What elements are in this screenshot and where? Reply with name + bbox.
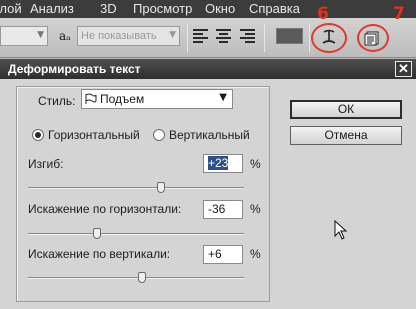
hdist-value: -36 xyxy=(208,202,226,216)
vdist-input[interactable]: +6 xyxy=(203,245,243,264)
radio-horizontal[interactable] xyxy=(32,129,44,141)
menu-help[interactable]: Справка xyxy=(249,1,300,16)
text-color-swatch[interactable] xyxy=(276,28,303,44)
dialog-titlebar[interactable]: Деформировать текст ✕ xyxy=(0,59,416,79)
menu-analysis[interactable]: Анализ xyxy=(30,1,74,16)
dialog-title: Деформировать текст xyxy=(8,62,141,76)
menu-3d[interactable]: 3D xyxy=(100,1,117,16)
menu-layer[interactable]: Слой xyxy=(0,1,22,16)
ok-button[interactable]: ОК xyxy=(290,100,402,119)
font-style-select[interactable]: ▼ xyxy=(0,26,48,46)
chevron-down-icon: ▼ xyxy=(169,30,176,40)
menu-bar: Слой Анализ 3D Просмотр Окно Справка xyxy=(0,0,416,18)
style-value: Подъем xyxy=(100,92,145,106)
mouse-pointer-icon xyxy=(334,220,348,240)
bend-slider-thumb[interactable] xyxy=(156,182,165,193)
align-right-icon[interactable] xyxy=(240,29,256,43)
bend-unit: % xyxy=(250,157,261,171)
bend-slider-track[interactable] xyxy=(28,187,244,189)
toolbar-divider xyxy=(264,24,265,52)
bend-value: +23 xyxy=(208,156,229,170)
char-paragraph-panels-icon[interactable] xyxy=(364,30,380,46)
menu-window[interactable]: Окно xyxy=(205,1,235,16)
cancel-button[interactable]: Отмена xyxy=(290,126,402,145)
style-select[interactable]: Подъем ▼ xyxy=(81,89,233,109)
close-button[interactable]: ✕ xyxy=(395,61,412,77)
warp-settings-group xyxy=(16,86,270,302)
hdist-slider-track[interactable] xyxy=(28,233,244,235)
antialias-select[interactable]: Не показывать ▼ xyxy=(77,26,180,46)
vdist-value: +6 xyxy=(208,247,222,261)
close-icon: ✕ xyxy=(398,61,409,76)
radio-vertical[interactable] xyxy=(153,129,165,141)
menu-view[interactable]: Просмотр xyxy=(133,1,192,16)
antialias-icon: aₐ xyxy=(59,29,71,43)
chevron-down-icon: ▼ xyxy=(219,92,227,103)
hdist-label: Искажение по горизонтали: xyxy=(28,202,182,216)
hdist-slider-thumb[interactable] xyxy=(93,228,102,239)
chevron-down-icon: ▼ xyxy=(37,30,44,40)
vdist-slider-track[interactable] xyxy=(28,277,244,279)
vdist-unit: % xyxy=(250,247,261,261)
warp-text-dialog: Деформировать текст ✕ Стиль: Подъем ▼ Го… xyxy=(0,59,416,309)
flag-style-icon xyxy=(85,93,97,104)
toolbar-divider xyxy=(187,24,188,52)
style-label: Стиль: xyxy=(38,94,76,108)
annotation-6: 6 xyxy=(317,4,329,24)
hdist-input[interactable]: -36 xyxy=(203,200,243,219)
antialias-value: Не показывать xyxy=(81,30,157,42)
align-center-icon[interactable] xyxy=(216,29,232,43)
options-toolbar: ▼ aₐ Не показывать ▼ 6 7 xyxy=(0,4,416,58)
horizontal-label: Горизонтальный xyxy=(48,128,140,142)
align-left-icon[interactable] xyxy=(193,29,209,43)
vdist-label: Искажение по вертикали: xyxy=(28,247,171,261)
warp-text-icon[interactable] xyxy=(320,28,338,46)
bend-label: Изгиб: xyxy=(28,157,64,171)
bend-input[interactable]: +23 xyxy=(203,154,243,173)
toolbar-divider xyxy=(309,24,310,52)
annotation-7: 7 xyxy=(393,4,405,24)
hdist-unit: % xyxy=(250,202,261,216)
vertical-label: Вертикальный xyxy=(169,128,250,142)
